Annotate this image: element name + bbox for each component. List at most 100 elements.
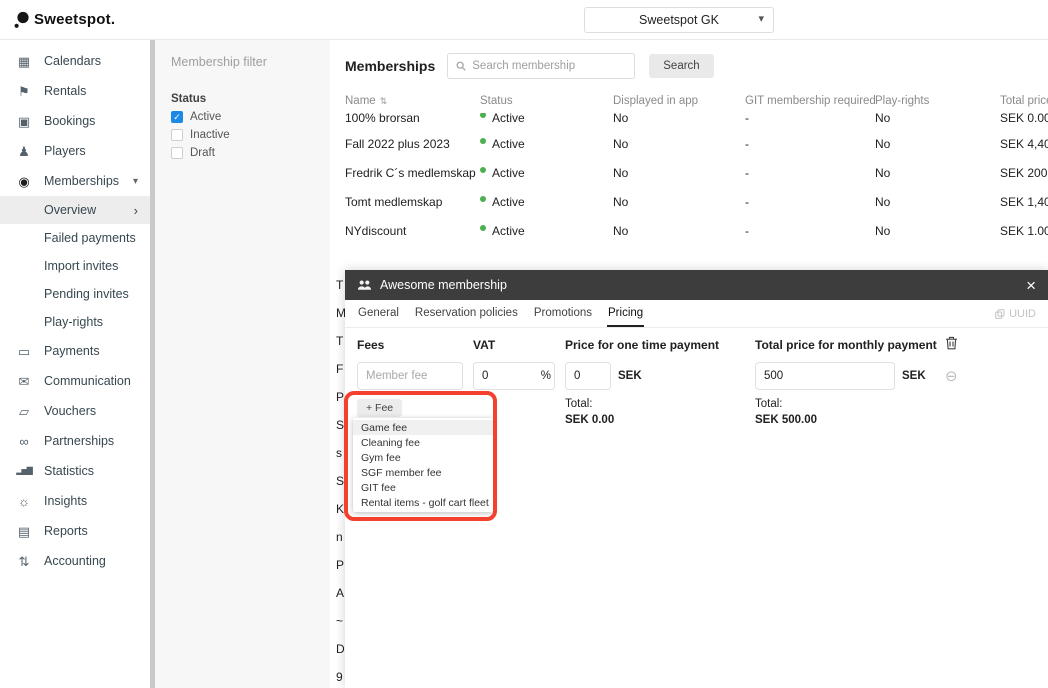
sidebar-item-players[interactable]: ♟Players (0, 136, 150, 166)
one-time-price-input[interactable] (565, 362, 611, 390)
tab-general[interactable]: General (357, 300, 400, 327)
status-dot (480, 113, 486, 118)
totals-row: + Fee Game fee Cleaning fee Gym fee SGF … (357, 398, 1036, 426)
sek-suffix: SEK (902, 370, 926, 382)
vat-column-label: VAT (473, 338, 565, 352)
sidebar-item-vouchers[interactable]: ▱Vouchers (0, 396, 150, 426)
sort-icon[interactable]: ⇅ (380, 96, 388, 106)
uuid-button[interactable]: UUID (995, 300, 1036, 327)
sidebar: ▦Calendars ⚑Rentals ▣Bookings ♟Players ◉… (0, 40, 150, 688)
column-play-rights: Play-rights (875, 95, 1000, 107)
filter-option-inactive[interactable]: Inactive (171, 129, 314, 141)
sidebar-item-payments[interactable]: ▭Payments (0, 336, 150, 366)
club-selector[interactable]: Sweetspot GK ▾ (584, 7, 774, 33)
tab-reservation-policies[interactable]: Reservation policies (414, 300, 519, 327)
covered-row-initial: F (336, 362, 343, 376)
sidebar-item-overview[interactable]: Overview › (0, 196, 150, 224)
sidebar-item-rentals[interactable]: ⚑Rentals (0, 76, 150, 106)
sidebar-item-pending-invites[interactable]: Pending invites (0, 280, 150, 308)
column-status: Status (480, 95, 613, 107)
covered-row-initial: T (336, 334, 343, 348)
sidebar-item-bookings[interactable]: ▣Bookings (0, 106, 150, 136)
covered-row-initial: D (336, 642, 345, 656)
covered-row-initial: s (336, 446, 342, 460)
sidebar-scrollbar[interactable] (150, 40, 155, 688)
rentals-icon: ⚑ (16, 85, 32, 98)
fee-option-cleaning-fee[interactable]: Cleaning fee (353, 435, 493, 450)
filter-panel-title: Membership filter (171, 55, 314, 69)
remove-fee-icon[interactable]: ⊖ (945, 369, 958, 384)
statistics-icon: ▂▅▇ (16, 467, 32, 475)
reports-icon: ▤ (16, 525, 32, 538)
sidebar-item-insights[interactable]: ☼Insights (0, 486, 150, 516)
search-box (447, 53, 635, 79)
search-input[interactable] (472, 60, 626, 72)
add-fee-button[interactable]: + Fee (357, 399, 402, 417)
status-dot (480, 225, 486, 231)
covered-row-initial: S (336, 418, 344, 432)
filter-option-draft[interactable]: Draft (171, 147, 314, 159)
fee-name-input[interactable] (357, 362, 463, 390)
sidebar-item-reports[interactable]: ▤Reports (0, 516, 150, 546)
checkbox-checked-icon: ✓ (171, 111, 183, 123)
status-dot (480, 138, 486, 144)
search-icon (456, 60, 466, 72)
table-row[interactable]: 100% brorsan Active No - No SEK 0.00 (330, 113, 1048, 129)
sidebar-item-calendars[interactable]: ▦Calendars (0, 46, 150, 76)
vouchers-icon: ▱ (16, 405, 32, 418)
members-icon (357, 279, 372, 291)
column-displayed-in-app: Displayed in app (613, 95, 745, 107)
fee-option-sgf-member-fee[interactable]: SGF member fee (353, 465, 493, 480)
modal-header: Awesome membership × (345, 270, 1048, 300)
accounting-icon: ⇅ (16, 555, 32, 568)
sidebar-item-import-invites[interactable]: Import invites (0, 252, 150, 280)
sidebar-item-communication[interactable]: ✉Communication (0, 366, 150, 396)
status-dot (480, 167, 486, 173)
table-row[interactable]: Fredrik C´s medlemskap Active No - No SE… (330, 158, 1048, 187)
monthly-price-input[interactable] (755, 362, 895, 390)
table-row[interactable]: Fall 2022 plus 2023 Active No - No SEK 4… (330, 129, 1048, 158)
sidebar-item-partnerships[interactable]: ∞Partnerships (0, 426, 150, 456)
sidebar-item-failed-payments[interactable]: Failed payments (0, 224, 150, 252)
search-button[interactable]: Search (649, 54, 713, 78)
one-time-total: Total: SEK 0.00 (565, 398, 755, 426)
column-total-price: Total price (1000, 95, 1048, 107)
modal-title: Awesome membership (380, 278, 507, 292)
fee-option-git-fee[interactable]: GIT fee (353, 480, 493, 495)
tab-pricing[interactable]: Pricing (607, 300, 644, 327)
fees-header-row: Fees VAT Price for one time payment Tota… (357, 338, 1036, 354)
calendars-icon: ▦ (16, 55, 32, 68)
covered-row-initial: K (336, 502, 344, 516)
status-dot (480, 196, 486, 202)
fee-option-rental-items[interactable]: Rental items - golf cart fleet (353, 495, 493, 510)
trash-icon[interactable] (945, 336, 958, 350)
close-icon[interactable]: × (1026, 277, 1036, 294)
table-row[interactable]: NYdiscount Active No - No SEK 1.00 (330, 216, 1048, 245)
main-header: Memberships Search (330, 40, 1048, 85)
insights-icon: ☼ (16, 495, 32, 508)
sidebar-item-memberships[interactable]: ◉ Memberships ▾ (0, 166, 150, 196)
payments-icon: ▭ (16, 345, 32, 358)
pricing-panel: Fees VAT Price for one time payment Tota… (345, 328, 1048, 436)
fee-option-game-fee[interactable]: Game fee (353, 420, 493, 435)
covered-row-initial: S (336, 474, 344, 488)
monthly-total: Total: SEK 500.00 (755, 398, 945, 426)
checkbox-unchecked-icon (171, 147, 183, 159)
sidebar-item-statistics[interactable]: ▂▅▇Statistics (0, 456, 150, 486)
covered-row-initial: ~ (336, 614, 343, 628)
filter-option-active[interactable]: ✓ Active (171, 111, 314, 123)
fee-type-dropdown: Game fee Cleaning fee Gym fee SGF member… (353, 418, 493, 512)
monthly-column-label: Total price for monthly payment (755, 338, 945, 352)
brand: Sweetspot. (14, 10, 115, 29)
fee-option-gym-fee[interactable]: Gym fee (353, 450, 493, 465)
sidebar-item-play-rights[interactable]: Play-rights (0, 308, 150, 336)
fees-column-label: Fees (357, 338, 473, 352)
covered-row-initial: n (336, 530, 343, 544)
percent-suffix: % (541, 370, 551, 382)
sidebar-item-accounting[interactable]: ⇅Accounting (0, 546, 150, 576)
chevron-down-icon: ▾ (758, 14, 764, 25)
chevron-right-icon: › (134, 203, 138, 218)
tab-promotions[interactable]: Promotions (533, 300, 593, 327)
table-row-clipped: 100% brorsan Active No - No SEK 0.00 (330, 113, 1048, 129)
table-row[interactable]: Tomt medlemskap Active No - No SEK 1,400… (330, 187, 1048, 216)
